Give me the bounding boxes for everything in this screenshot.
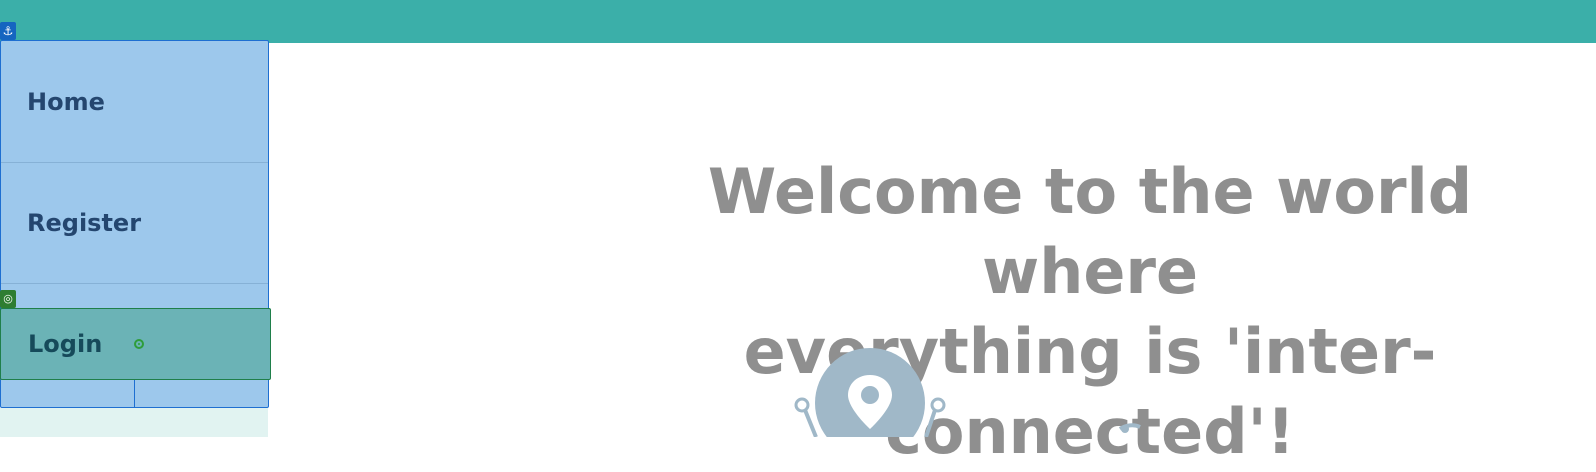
sidebar-item-label: Register (27, 209, 142, 237)
divider (134, 380, 135, 407)
sidebar-footer (1, 380, 268, 407)
sidebar-nav: Home Register Login (0, 40, 271, 408)
sidebar-background (0, 408, 268, 437)
sidebar-item-label: Login (28, 330, 103, 358)
headline-line-1: Welcome to the world where (707, 155, 1473, 308)
anchor-icon: ⚓ (0, 22, 16, 40)
top-bar (0, 0, 1596, 43)
location-pin-icon (794, 348, 1141, 437)
target-icon: ◎ (0, 290, 16, 308)
sidebar-item-login[interactable]: Login (0, 308, 271, 380)
sidebar-item-home[interactable]: Home (1, 41, 268, 163)
sidebar-item-register[interactable]: Register (1, 163, 268, 284)
crosshair-icon (134, 339, 145, 349)
sidebar-item-label: Home (27, 87, 105, 116)
